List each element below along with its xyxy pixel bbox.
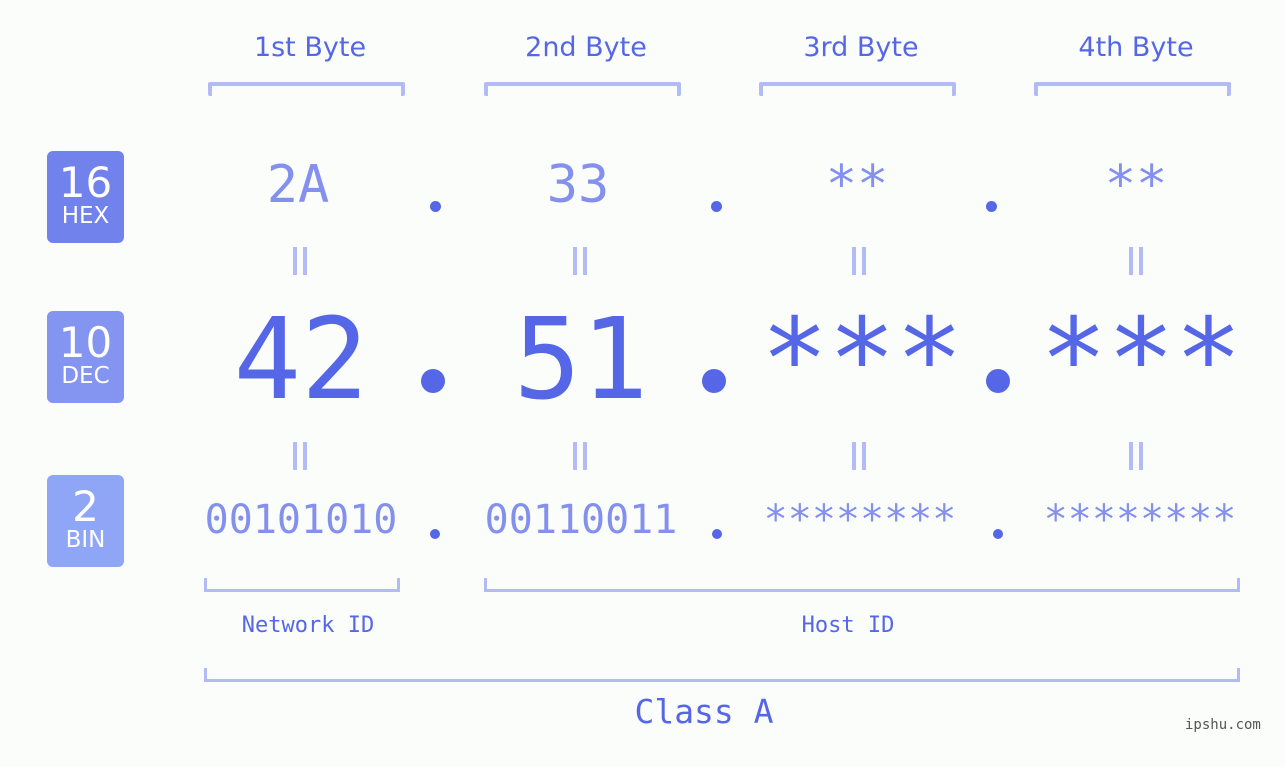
hex-base-number: 16 [58, 158, 113, 207]
hex-dot-2 [711, 201, 722, 212]
hex-base-label: HEX [61, 203, 110, 229]
bracket-byte-3 [759, 82, 956, 96]
class-bracket [204, 668, 1240, 682]
dec-dot-2 [702, 369, 726, 393]
dec-base-label: DEC [61, 363, 110, 389]
host-id-bracket [484, 578, 1240, 592]
hex-byte-3: ** [825, 155, 889, 215]
class-label: Class A [634, 692, 774, 731]
dec-byte-1: 42 [233, 295, 369, 425]
equals-icon [573, 442, 587, 470]
dec-base-number: 10 [58, 318, 113, 367]
header-byte-1: 1st Byte [253, 32, 367, 63]
bin-dot-2 [712, 529, 722, 539]
dec-byte-2: 51 [513, 295, 649, 425]
equals-icon [852, 247, 866, 275]
header-byte-3: 3rd Byte [803, 32, 919, 63]
bin-dot-3 [993, 529, 1003, 539]
hex-byte-1: 2A [266, 155, 330, 215]
hex-dot-1 [430, 201, 441, 212]
bin-byte-1: 00101010 [204, 497, 398, 543]
bracket-byte-2 [484, 82, 681, 96]
hex-byte-2: 33 [546, 155, 610, 215]
hex-badge: 16 HEX [47, 151, 124, 243]
bin-byte-2: 00110011 [484, 497, 678, 543]
host-id-label: Host ID [801, 613, 895, 638]
network-id-bracket [204, 578, 400, 592]
brand-watermark: ipshu.com [1185, 717, 1261, 733]
dec-dot-3 [986, 369, 1010, 393]
dec-byte-4: *** [1039, 295, 1243, 425]
header-byte-4: 4th Byte [1078, 32, 1194, 63]
network-id-label: Network ID [241, 613, 375, 638]
equals-icon [573, 247, 587, 275]
equals-icon [293, 247, 307, 275]
equals-icon [1129, 442, 1143, 470]
header-byte-2: 2nd Byte [525, 32, 647, 63]
dec-dot-1 [421, 369, 445, 393]
hex-byte-4: ** [1104, 155, 1168, 215]
equals-icon [293, 442, 307, 470]
hex-dot-3 [986, 201, 997, 212]
bin-base-number: 2 [72, 482, 99, 531]
dec-badge: 10 DEC [47, 311, 124, 403]
bin-byte-3: ******** [763, 497, 957, 543]
equals-icon [1129, 247, 1143, 275]
bin-base-label: BIN [65, 527, 106, 553]
equals-icon [852, 442, 866, 470]
bin-badge: 2 BIN [47, 475, 124, 567]
bin-dot-1 [430, 529, 440, 539]
bin-byte-4: ******** [1043, 497, 1237, 543]
dec-byte-3: *** [760, 295, 964, 425]
bracket-byte-4 [1034, 82, 1231, 96]
bracket-byte-1 [208, 82, 405, 96]
